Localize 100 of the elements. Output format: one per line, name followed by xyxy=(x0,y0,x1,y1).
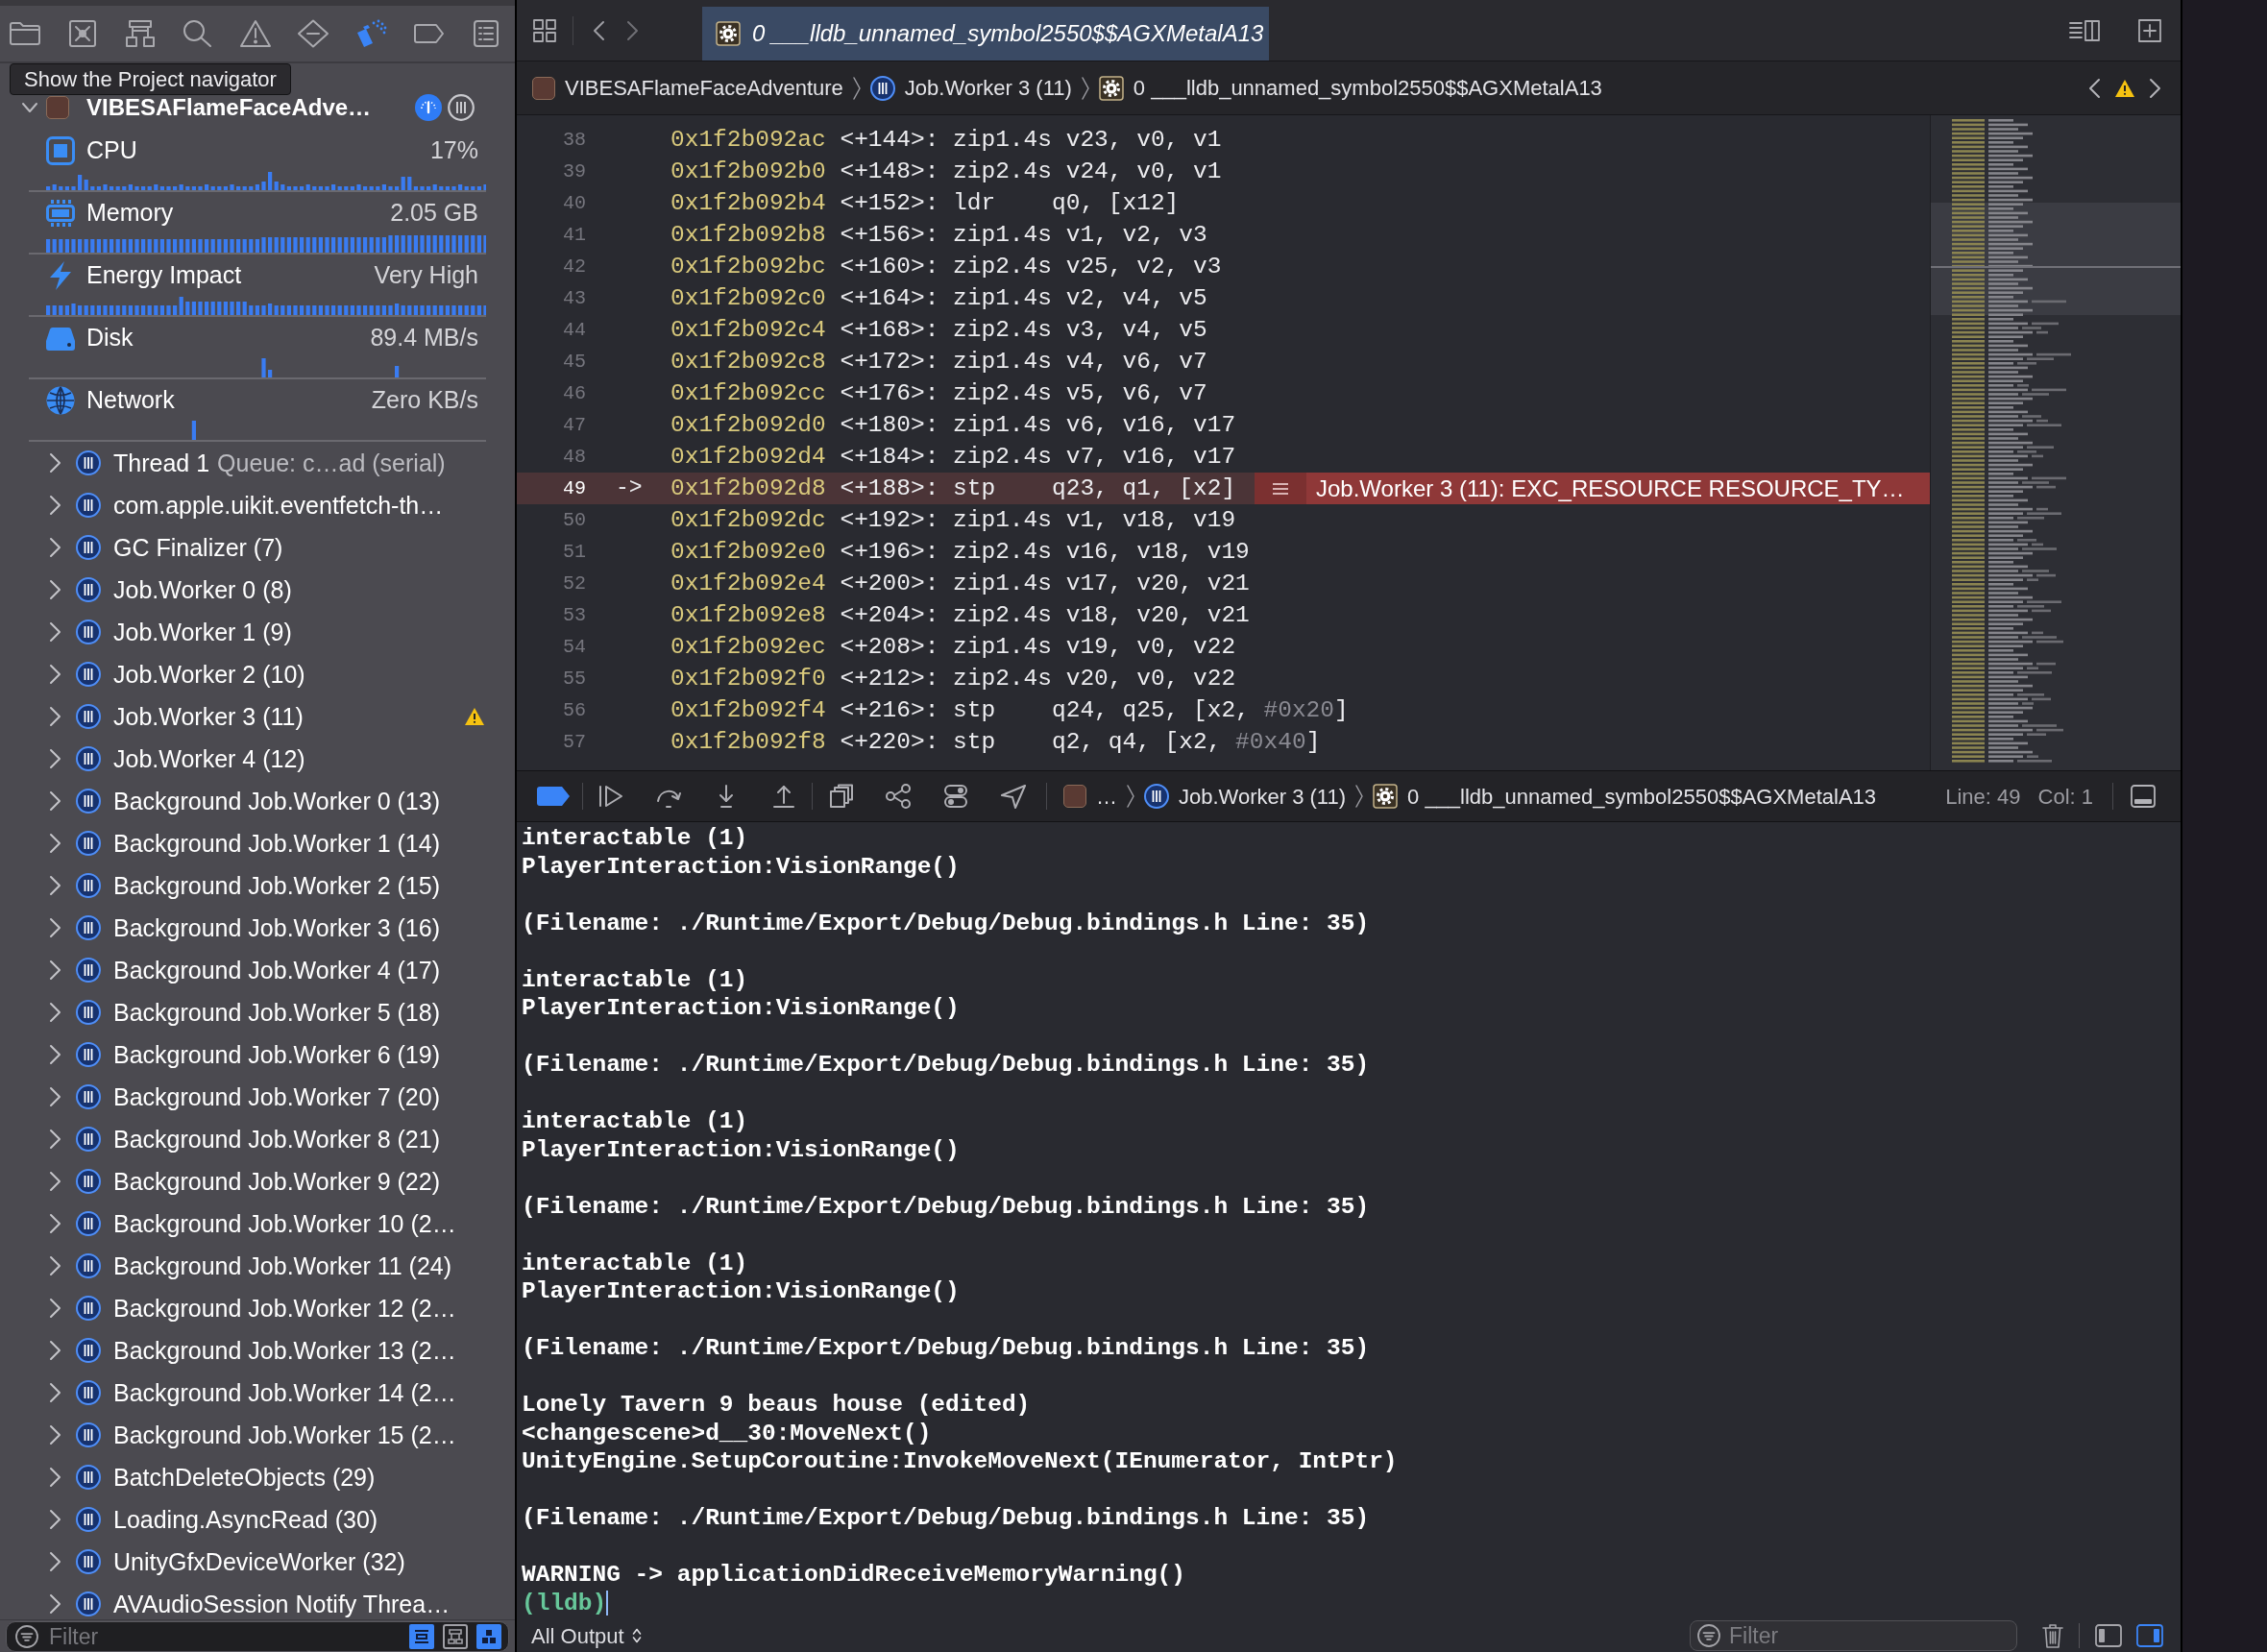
sidebar-right-icon[interactable] xyxy=(2136,1624,2163,1647)
chevron-right-icon[interactable] xyxy=(49,1424,61,1446)
editor-tab[interactable]: 0 ___lldb_unnamed_symbol2550$$AGXMetalA13 xyxy=(702,7,1269,61)
tree-square-icon[interactable] xyxy=(443,1624,468,1649)
chevron-right-icon[interactable] xyxy=(49,1255,61,1276)
chevron-right-icon[interactable] xyxy=(49,537,61,558)
layers-icon[interactable] xyxy=(827,784,854,809)
breakpoint-icon[interactable] xyxy=(536,786,571,807)
chevron-right-icon[interactable] xyxy=(49,495,61,516)
grid-icon[interactable] xyxy=(532,17,557,43)
breadcrumb-item[interactable]: Job.Worker 3 (11) xyxy=(869,72,1072,104)
sidebar-left-icon[interactable] xyxy=(2095,1624,2122,1647)
chevron-right-icon[interactable] xyxy=(49,875,61,896)
chevron-down-icon[interactable] xyxy=(21,102,38,113)
gauge-label[interactable]: CPU xyxy=(86,132,137,169)
thread-label[interactable]: Background Job.Worker 1 (14) xyxy=(113,831,440,856)
thread-label[interactable]: Background Job.Worker 9 (22) xyxy=(113,1169,440,1194)
thread-label[interactable]: Background Job.Worker 11 (24) xyxy=(113,1253,452,1278)
output-menu-button[interactable]: All Output xyxy=(531,1619,642,1652)
thread-label[interactable]: Background Job.Worker 8 (21) xyxy=(113,1127,440,1152)
chevron-right-icon[interactable] xyxy=(49,960,61,981)
code-text: 0x1f2b092c4 <+168>: zip2.4s v3, v4, v5 xyxy=(670,315,1207,345)
thread-label[interactable]: Job.Worker 3 (11) xyxy=(113,704,304,729)
thread-label[interactable]: Background Job.Worker 12 (2… xyxy=(113,1296,456,1321)
gauge-label[interactable]: Network xyxy=(86,381,175,419)
warning-icon[interactable] xyxy=(239,19,272,48)
chevron-right-icon[interactable] xyxy=(49,664,61,685)
chevron-right-icon[interactable] xyxy=(49,833,61,854)
breadcrumb-item[interactable]: 0 ___lldb_unnamed_symbol2550$$AGXMetalA13 xyxy=(1373,780,1877,813)
chevron-right-icon[interactable] xyxy=(49,1467,61,1488)
gauge-label[interactable]: Energy Impact xyxy=(86,256,242,294)
lines-panel-icon[interactable] xyxy=(2068,18,2101,42)
chevron-right-icon[interactable] xyxy=(49,706,61,727)
chevron-right-icon[interactable] xyxy=(49,1002,61,1023)
hierarchy-icon[interactable] xyxy=(124,19,157,48)
thread-label[interactable]: Job.Worker 2 (10) xyxy=(113,662,305,687)
chevron-right-icon[interactable] xyxy=(49,452,61,474)
thread-label[interactable]: Job.Worker 1 (9) xyxy=(113,620,292,644)
process-name[interactable]: VIBESAFlameFaceAdve… xyxy=(86,97,372,118)
thread-label[interactable]: Background Job.Worker 4 (17) xyxy=(113,958,440,983)
thread-label[interactable]: Job.Worker 0 (8) xyxy=(113,577,292,602)
chevron-right-icon[interactable] xyxy=(49,790,61,812)
thread-label[interactable]: Background Job.Worker 5 (18) xyxy=(113,1000,440,1025)
location-arrow-icon[interactable] xyxy=(1000,784,1027,809)
gauge-label[interactable]: Disk xyxy=(86,319,134,356)
chevron-right-icon[interactable] xyxy=(49,917,61,938)
filter-field[interactable]: Filter xyxy=(1690,1620,2017,1651)
bar-square-icon[interactable] xyxy=(409,1624,434,1649)
nodes-icon[interactable] xyxy=(885,784,912,809)
chevron-right-icon[interactable] xyxy=(49,1086,61,1107)
breadcrumb-item[interactable]: 0 ___lldb_unnamed_symbol2550$$AGXMetalA13 xyxy=(1098,72,1602,104)
chevron-right-icon[interactable] xyxy=(49,1171,61,1192)
chevron-right-icon[interactable] xyxy=(49,1382,61,1403)
issue-button[interactable] xyxy=(1255,473,1306,504)
thread-label[interactable]: Background Job.Worker 2 (15) xyxy=(113,873,440,898)
gauge-label[interactable]: Memory xyxy=(86,194,174,231)
thread-label[interactable]: Background Job.Worker 0 (13) xyxy=(113,789,440,814)
diamond-icon[interactable] xyxy=(297,19,329,48)
chevron-right-icon[interactable] xyxy=(49,1044,61,1065)
spray-icon[interactable] xyxy=(354,19,387,48)
chevron-left-icon[interactable] xyxy=(593,19,605,41)
thread-label[interactable]: UnityGfxDeviceWorker (32) xyxy=(113,1549,405,1574)
boxed-x-icon[interactable] xyxy=(66,19,99,48)
thread-label[interactable]: BatchDeleteObjects (29) xyxy=(113,1465,376,1490)
thread-label[interactable]: GC Finalizer (7) xyxy=(113,535,283,560)
thread-label[interactable]: Background Job.Worker 6 (19) xyxy=(113,1042,440,1067)
thread-label[interactable]: AVAudioSession Notify Threa… xyxy=(113,1591,451,1616)
thread-label[interactable]: Background Job.Worker 7 (20) xyxy=(113,1084,440,1109)
chevron-right-icon[interactable] xyxy=(49,1551,61,1572)
thread-label[interactable]: Background Job.Worker 13 (2… xyxy=(113,1338,456,1363)
thread-label[interactable]: Background Job.Worker 15 (2… xyxy=(113,1422,456,1447)
chevron-right-icon[interactable] xyxy=(2149,77,2161,99)
thread-label[interactable]: Loading.AsyncRead (30) xyxy=(113,1507,378,1532)
thread-label[interactable]: com.apple.uikit.eventfetch-th… xyxy=(113,493,444,518)
chevron-right-icon[interactable] xyxy=(49,1593,61,1615)
thread-label[interactable]: Job.Worker 4 (12) xyxy=(113,746,305,771)
folder-icon[interactable] xyxy=(9,19,41,48)
thread-label[interactable]: Background Job.Worker 3 (16) xyxy=(113,915,440,940)
chevron-right-icon[interactable] xyxy=(49,579,61,600)
breadcrumb-item[interactable]: Job.Worker 3 (11) xyxy=(1144,780,1347,813)
chevron-right-icon[interactable] xyxy=(49,1298,61,1319)
chevron-right-icon[interactable] xyxy=(49,1129,61,1150)
thread-label[interactable]: Thread 1 xyxy=(113,450,210,475)
thread-label[interactable]: Background Job.Worker 10 (2… xyxy=(113,1211,456,1236)
breadcrumb-item[interactable]: … xyxy=(1063,780,1117,813)
search-icon[interactable] xyxy=(182,19,214,48)
chevron-right-icon[interactable] xyxy=(49,1213,61,1234)
blocks-square-icon[interactable] xyxy=(476,1624,501,1649)
step-out-icon[interactable] xyxy=(770,784,797,809)
toggles-icon[interactable] xyxy=(942,784,969,809)
chevron-right-icon[interactable] xyxy=(49,621,61,643)
trash-icon[interactable] xyxy=(2042,1623,2063,1648)
thread-label[interactable]: Background Job.Worker 14 (2… xyxy=(113,1380,456,1405)
breadcrumb-item[interactable]: VIBESAFlameFaceAdventure xyxy=(532,72,843,104)
chevron-right-icon[interactable] xyxy=(49,748,61,769)
panel-icon[interactable] xyxy=(2131,785,2156,808)
continue-icon[interactable] xyxy=(597,784,624,809)
chevron-right-icon[interactable] xyxy=(49,1340,61,1361)
chevron-left-icon[interactable] xyxy=(2088,77,2101,99)
chevron-right-icon[interactable] xyxy=(49,1509,61,1530)
